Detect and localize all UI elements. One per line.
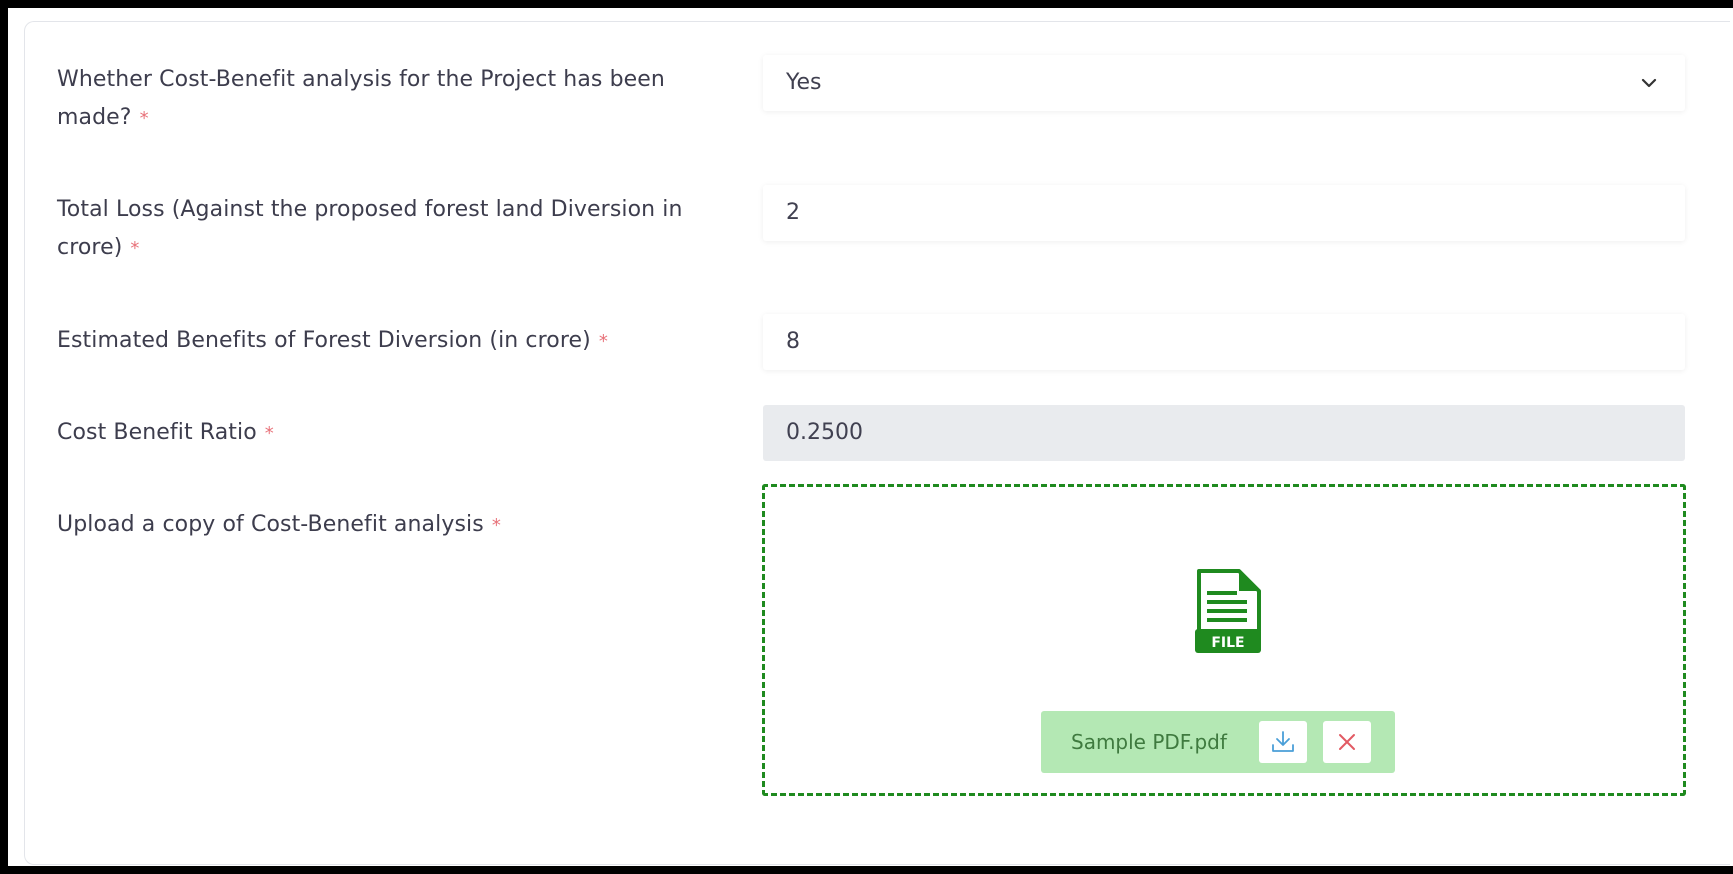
download-icon: [1272, 731, 1294, 752]
file-icon-text: FILE: [1211, 635, 1244, 651]
cost-benefit-made-select[interactable]: Yes: [763, 55, 1685, 111]
file-icon: FILE: [1195, 569, 1261, 653]
chevron-down-icon: [1641, 78, 1657, 88]
cost-benefit-made-select-value: Yes: [786, 70, 822, 95]
cost-benefit-ratio-field: 0.2500: [763, 405, 1685, 461]
cost-benefit-ratio-label-text: Cost Benefit Ratio: [57, 420, 257, 445]
estimated-benefits-label-text: Estimated Benefits of Forest Diversion (…: [57, 328, 591, 353]
remove-file-button[interactable]: [1323, 721, 1371, 763]
download-button[interactable]: [1259, 721, 1307, 763]
upload-dropzone[interactable]: FILE Sample PDF.pdf: [762, 484, 1686, 796]
estimated-benefits-input-value: 8: [786, 329, 800, 354]
required-marker: *: [264, 423, 274, 444]
total-loss-input[interactable]: 2: [763, 185, 1685, 241]
cost-benefit-ratio-value: 0.2500: [786, 420, 863, 445]
cost-benefit-ratio-label: Cost Benefit Ratio *: [57, 414, 717, 453]
total-loss-input-value: 2: [786, 200, 800, 225]
close-icon: [1339, 734, 1355, 750]
required-marker: *: [139, 108, 149, 129]
required-marker: *: [598, 331, 608, 352]
uploaded-file-chip: Sample PDF.pdf: [1041, 711, 1395, 773]
uploaded-file-name[interactable]: Sample PDF.pdf: [1071, 711, 1227, 773]
upload-label-text: Upload a copy of Cost-Benefit analysis: [57, 512, 484, 537]
estimated-benefits-input[interactable]: 8: [763, 314, 1685, 370]
upload-label: Upload a copy of Cost-Benefit analysis *: [57, 506, 717, 545]
estimated-benefits-label: Estimated Benefits of Forest Diversion (…: [57, 322, 717, 361]
total-loss-label: Total Loss (Against the proposed forest …: [57, 191, 717, 268]
required-marker: *: [130, 238, 140, 259]
cost-benefit-made-label: Whether Cost-Benefit analysis for the Pr…: [57, 61, 717, 138]
required-marker: *: [491, 515, 501, 536]
total-loss-label-text: Total Loss (Against the proposed forest …: [57, 197, 683, 260]
